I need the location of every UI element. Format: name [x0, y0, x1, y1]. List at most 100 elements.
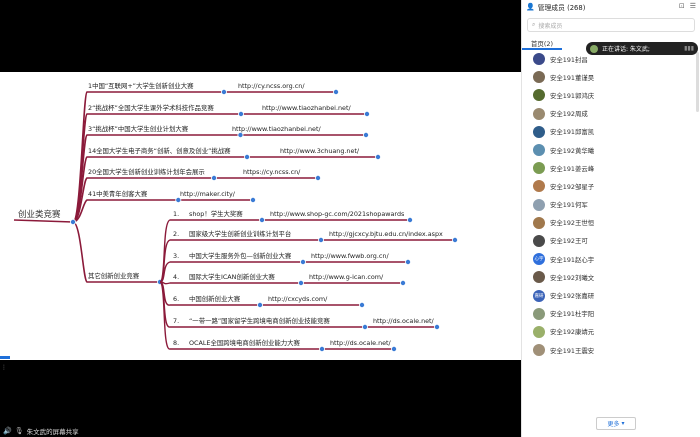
avatar	[533, 271, 545, 284]
member-name: 安全191姜云峰	[550, 164, 595, 173]
member-row[interactable]: 安全191郭鸿庆	[522, 86, 700, 104]
branch-label: 41中美青年创客大赛	[88, 190, 148, 198]
root-underline	[13, 219, 74, 223]
member-name: 安全192邹星子	[550, 182, 595, 191]
chevron-down-icon: ▾	[621, 420, 625, 427]
member-row[interactable]: 安全191邱富凯	[522, 123, 700, 141]
branch-node[interactable]	[314, 175, 321, 182]
branch-node[interactable]	[362, 132, 369, 139]
branch-label: 20全国大学生创新创业训练计划年会展示	[88, 168, 205, 176]
branch-mid-node[interactable]	[211, 175, 218, 182]
sub-item-label: “一带一路”国家留学生跨境电商创新创业技能竞赛	[189, 317, 330, 325]
branch-mid-node[interactable]	[175, 197, 182, 204]
member-icon: 👤	[526, 3, 535, 11]
avatar	[533, 307, 545, 320]
branch-node[interactable]	[374, 154, 381, 161]
sub-branch-node[interactable]	[451, 236, 458, 243]
member-row[interactable]: 心宇 安全191赵心宇	[522, 250, 700, 268]
sub-item-url: http://gjcxcy.bjtu.edu.cn/index.aspx	[329, 230, 443, 238]
branch-label: 2“挑战杯”全国大学生课外学术科技作品竞赛	[88, 104, 214, 112]
avatar	[533, 180, 545, 193]
avatar	[533, 344, 545, 357]
sub-item-url: http://www.g-ican.com/	[309, 273, 384, 281]
sub-branch-node[interactable]	[404, 258, 411, 265]
avatar	[533, 125, 545, 138]
microphone-icon: 🎙	[14, 427, 24, 435]
sub-item-label: 中国大学生服务外包—创新创业大赛	[189, 252, 292, 260]
member-row[interactable]: 安全191杜宇阳	[522, 305, 700, 323]
member-name: 安全192王可	[550, 237, 588, 246]
branch-node[interactable]	[363, 111, 370, 118]
branch-mid-node[interactable]	[220, 88, 227, 95]
speaker-icon: 🔊	[3, 427, 12, 435]
branch-node[interactable]	[332, 88, 339, 95]
member-row[interactable]: 安全192邹星子	[522, 177, 700, 195]
sub-branch-mid-node[interactable]	[256, 301, 263, 308]
member-name: 安全192康靖元	[550, 328, 595, 337]
member-search-input[interactable]: ⌕ 搜索成员	[527, 18, 695, 32]
member-row[interactable]: 安全192王可	[522, 232, 700, 250]
avatar	[533, 162, 545, 175]
member-row[interactable]: 安全191姜云峰	[522, 159, 700, 177]
member-name: 安全191王震安	[550, 346, 595, 355]
sub-branch-node[interactable]	[358, 301, 365, 308]
sub-item-label: 国家级大学生创新创业训练计划平台	[189, 230, 292, 238]
branch-mid-node[interactable]	[237, 132, 244, 139]
sub-branch-mid-node[interactable]	[297, 279, 304, 286]
other-branch-label: 其它创新创业竞赛	[88, 272, 140, 280]
sub-item-number: 3.	[173, 252, 180, 260]
root-node[interactable]	[70, 218, 77, 225]
pin-icon[interactable]: ⊡	[679, 2, 685, 10]
sub-item-number: 7.	[173, 317, 180, 325]
member-name: 安全192张嘉研	[550, 292, 595, 301]
menu-icon[interactable]: ☰	[690, 2, 696, 10]
search-placeholder: 搜索成员	[538, 22, 563, 30]
avatar	[533, 89, 545, 102]
sub-branch-mid-node[interactable]	[299, 258, 306, 265]
member-panel: 👤 管理成员 (268) ⊡ ☰ ⌕ 搜索成员 首页(2) 安全191封昌 安全1…	[521, 0, 700, 437]
member-name: 安全191何军	[550, 201, 588, 210]
sub-branch-line	[159, 281, 403, 285]
branch-node[interactable]	[249, 197, 256, 204]
sub-branch-mid-node[interactable]	[318, 345, 325, 352]
member-row[interactable]: 安全191董谨昊	[522, 68, 700, 86]
branch-url: http://maker.city/	[180, 190, 235, 198]
sub-item-number: 4.	[173, 273, 180, 281]
shared-slide: 创业类竞赛 1中国“互联网+”大学生创新创业大赛 http://cy.ncss.or…	[0, 72, 521, 360]
sub-branch-node[interactable]	[406, 216, 413, 223]
member-row[interactable]: 安全191王震安	[522, 341, 700, 359]
sub-branch-mid-node[interactable]	[317, 236, 324, 243]
sub-branch-node[interactable]	[390, 345, 397, 352]
branch-label: 1中国“互联网+”大学生创新创业大赛	[88, 82, 194, 90]
branch-mid-node[interactable]	[237, 111, 244, 118]
member-row[interactable]: 安全192王世恒	[522, 214, 700, 232]
member-row[interactable]: 嘉研 安全192张嘉研	[522, 286, 700, 304]
member-name: 安全192王世恒	[550, 219, 595, 228]
sub-branch-node[interactable]	[399, 279, 406, 286]
member-name: 安全191杜宇阳	[550, 310, 595, 319]
audio-wave-icon: ▮▮▮	[684, 45, 694, 52]
sub-branch-mid-node[interactable]	[361, 323, 368, 330]
sub-item-url: http://www.shop-gc.com/2021shopawards	[270, 210, 405, 218]
member-row[interactable]: 安全191何军	[522, 196, 700, 214]
member-row[interactable]: 安全192刘曦文	[522, 268, 700, 286]
root-node-label: 创业类竞赛	[18, 210, 61, 220]
branch-mid-node[interactable]	[244, 154, 251, 161]
avatar	[533, 325, 545, 338]
avatar: 嘉研	[533, 289, 545, 302]
sub-item-url: http://ds.ocale.net/	[330, 339, 391, 347]
member-panel-title: 管理成员 (268)	[537, 4, 586, 12]
tab-home[interactable]: 首页(2)	[522, 38, 562, 50]
sub-item-number: 6.	[173, 295, 180, 303]
more-button[interactable]: 更多 ▾	[596, 417, 636, 430]
sub-branch-node[interactable]	[433, 323, 440, 330]
member-name: 安全192周成	[550, 110, 588, 119]
avatar	[533, 53, 545, 66]
member-name: 安全191赵心宇	[550, 255, 595, 264]
sub-branch-mid-node[interactable]	[258, 216, 265, 223]
member-list: 安全191封昌 安全191董谨昊 安全191郭鸿庆 安全192周成 安全191邱富凯 安全…	[522, 50, 700, 359]
left-dots-icon[interactable]: ⋮	[1, 364, 7, 371]
member-row[interactable]: 安全192康靖元	[522, 323, 700, 341]
member-row[interactable]: 安全192周成	[522, 105, 700, 123]
member-row[interactable]: 安全192黄华曦	[522, 141, 700, 159]
